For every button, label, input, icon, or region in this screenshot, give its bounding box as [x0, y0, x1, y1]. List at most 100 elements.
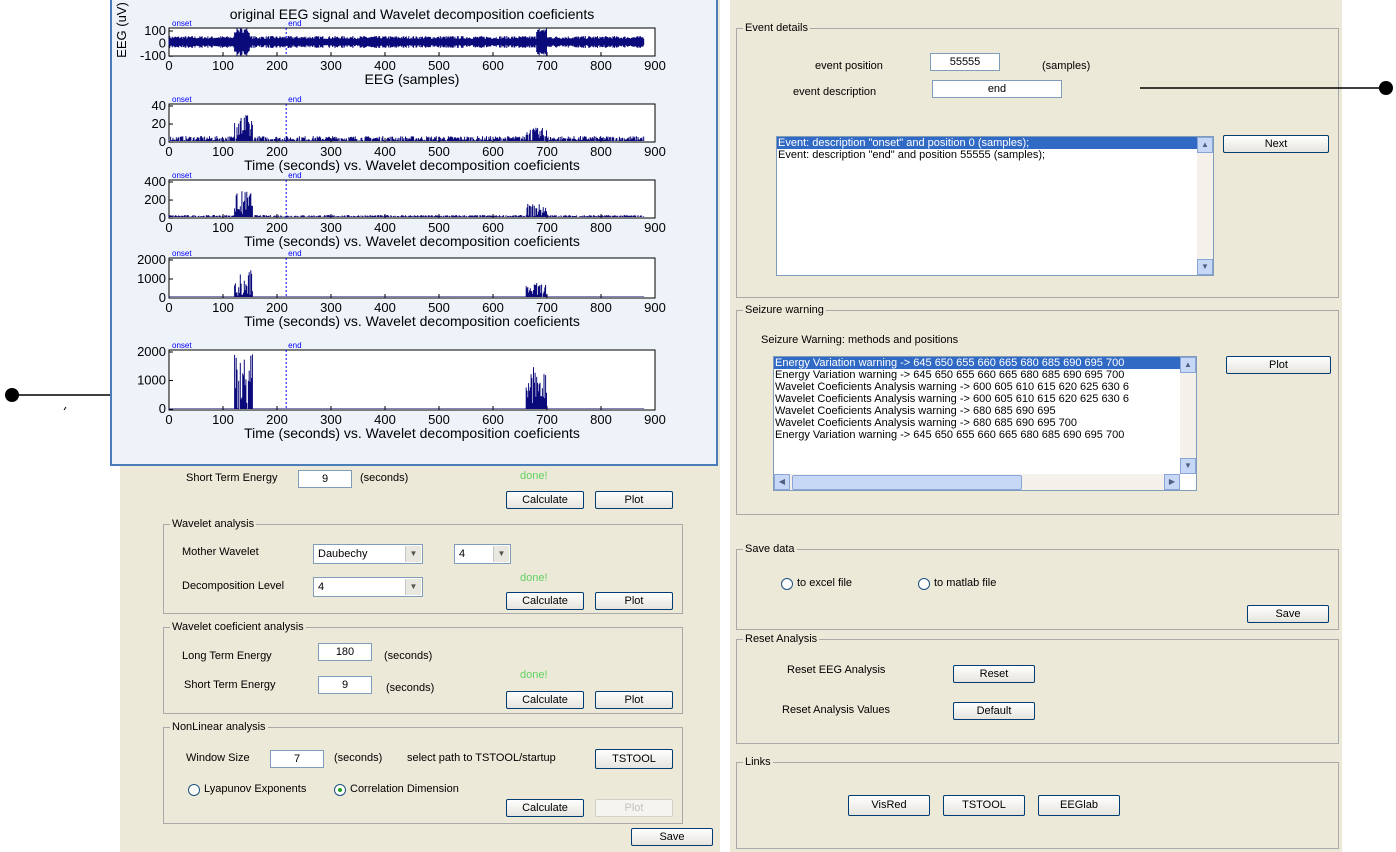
list-item[interactable]: Wavelet Coeficients Analysis warning -> … [774, 393, 1196, 405]
scroll-up-icon[interactable]: ▲ [1197, 137, 1213, 153]
excel-label: to excel file [797, 577, 853, 589]
decomposition-level-value: 4 [318, 581, 325, 593]
tstool-button[interactable]: TSTOOL [943, 795, 1025, 816]
seizure-plot-button[interactable]: Plot [1226, 356, 1331, 374]
ste-input[interactable]: 9 [298, 470, 352, 488]
reset-analysis-legend: Reset Analysis [743, 633, 820, 645]
x-axis-label: Time (seconds) vs. Wavelet decomposition… [244, 233, 580, 249]
calculate-button[interactable]: Calculate [506, 491, 584, 509]
next-button[interactable]: Next [1223, 135, 1329, 153]
wavelet-calculate-button[interactable]: Calculate [506, 592, 584, 610]
x-axis-label: Time (seconds) vs. Wavelet decomposition… [244, 313, 580, 329]
matlab-radio[interactable] [918, 578, 930, 590]
onset-marker-label: onset [172, 19, 192, 28]
x-tick-label: 800 [590, 58, 612, 73]
reset-analysis-group: Reset Analysis [736, 633, 1339, 744]
scroll-left-icon[interactable]: ◀ [774, 474, 790, 490]
y-tick-label: 40 [152, 98, 166, 113]
wavelet-order-select[interactable]: 4 ▼ [454, 544, 511, 564]
y-tick-label: 0 [159, 134, 166, 149]
x-tick-label: 0 [165, 220, 172, 235]
onset-marker-label: onset [172, 95, 192, 104]
event-list-scrollbar[interactable]: ▲ ▼ [1197, 137, 1213, 275]
excel-radio[interactable] [781, 578, 793, 590]
reset-button[interactable]: Reset [953, 665, 1035, 683]
end-marker-label: end [288, 171, 301, 180]
list-item[interactable]: Energy Variation warning -> 645 650 655 … [774, 357, 1196, 369]
plot-button[interactable]: Plot [595, 491, 673, 509]
wavelet-order-value: 4 [459, 548, 466, 560]
x-tick-label: 600 [482, 58, 504, 73]
chevron-down-icon[interactable]: ▼ [493, 546, 509, 562]
end-marker-label: end [288, 249, 301, 258]
list-item[interactable]: Event: description "onset" and position … [777, 137, 1213, 149]
ste-unit: (seconds) [360, 472, 409, 484]
x-axis-label: EEG (samples) [365, 71, 460, 87]
event-list[interactable]: Event: description "onset" and position … [776, 136, 1214, 276]
tstool-path-button[interactable]: TSTOOL [595, 749, 673, 769]
plot-title: original EEG signal and Wavelet decompos… [230, 6, 594, 22]
seizure-list-vscrollbar[interactable]: ▲ ▼ [1180, 357, 1196, 474]
list-item[interactable]: Wavelet Coeficients Analysis warning -> … [774, 405, 1196, 417]
wavelet-coef-legend: Wavelet coeficient analysis [170, 621, 306, 633]
onset-marker-label: onset [172, 171, 192, 180]
save-data-legend: Save data [743, 543, 797, 555]
lyapunov-radio[interactable] [188, 784, 200, 796]
coef-calculate-button[interactable]: Calculate [506, 691, 584, 709]
window-size-input[interactable]: 7 [270, 750, 324, 768]
decomposition-level-label: Decomposition Level [182, 580, 285, 592]
chevron-down-icon[interactable]: ▼ [405, 579, 421, 595]
scroll-right-icon[interactable]: ▶ [1164, 474, 1180, 490]
window-size-label: Window Size [186, 752, 250, 764]
scroll-down-icon[interactable]: ▼ [1180, 458, 1196, 474]
x-tick-label: 900 [644, 58, 666, 73]
left-save-button[interactable]: Save [631, 828, 713, 846]
y-tick-label: 2000 [137, 252, 166, 267]
x-tick-label: 100 [212, 220, 234, 235]
event-description-input[interactable]: end [932, 80, 1062, 98]
ste-label: Short Term Energy [186, 472, 278, 484]
correlation-radio[interactable] [334, 784, 346, 796]
coef-ste-input[interactable]: 9 [318, 676, 372, 694]
scroll-down-icon[interactable]: ▼ [1197, 259, 1213, 275]
list-item[interactable]: Energy Variation warning -> 645 650 655 … [774, 369, 1196, 381]
list-item[interactable]: Energy Variation warning -> 645 650 655 … [774, 429, 1196, 441]
window-size-unit: (seconds) [334, 752, 383, 764]
y-tick-label: 1000 [137, 373, 166, 388]
chevron-down-icon[interactable]: ▼ [405, 546, 421, 562]
event-position-input[interactable]: 55555 [930, 53, 1000, 71]
list-item[interactable]: Wavelet Coeficients Analysis warning -> … [774, 417, 1196, 429]
ste-status: done! [520, 470, 548, 482]
default-button[interactable]: Default [953, 702, 1035, 720]
seizure-list[interactable]: Energy Variation warning -> 645 650 655 … [773, 356, 1197, 491]
x-tick-label: 100 [212, 300, 234, 315]
x-tick-label: 900 [644, 144, 666, 159]
onset-marker-label: onset [172, 249, 192, 258]
eeglab-button[interactable]: EEGlab [1038, 795, 1120, 816]
wavelet-analysis-legend: Wavelet analysis [170, 518, 257, 530]
scroll-up-icon[interactable]: ▲ [1180, 357, 1196, 373]
y-tick-label: 0 [159, 290, 166, 305]
tstool-path-label: select path to TSTOOL/startup [407, 752, 556, 764]
save-data-button[interactable]: Save [1247, 605, 1329, 623]
visred-button[interactable]: VisRed [848, 795, 930, 816]
list-item[interactable]: Wavelet Coeficients Analysis warning -> … [774, 381, 1196, 393]
eeg-wavelet-plots: original EEG signal and Wavelet decompos… [114, 2, 666, 441]
nonlinear-calculate-button[interactable]: Calculate [506, 799, 584, 817]
wavelet-plot-button[interactable]: Plot [595, 592, 673, 610]
seizure-list-hscrollbar[interactable]: ◀ ▶ [774, 474, 1180, 490]
coef-plot-button[interactable]: Plot [595, 691, 673, 709]
x-axis-label: Time (seconds) vs. Wavelet decomposition… [244, 425, 580, 441]
nonlinear-legend: NonLinear analysis [170, 721, 268, 733]
mother-wavelet-select[interactable]: Daubechy ▼ [313, 544, 423, 564]
event-position-label: event position [815, 60, 883, 72]
end-marker-label: end [288, 19, 301, 28]
x-tick-label: 100 [212, 144, 234, 159]
lte-input[interactable]: 180 [318, 643, 372, 661]
x-tick-label: 0 [165, 300, 172, 315]
links-legend: Links [743, 756, 773, 768]
decomposition-level-select[interactable]: 4 ▼ [313, 577, 423, 597]
event-position-unit: (samples) [1042, 60, 1091, 72]
list-item[interactable]: Event: description "end" and position 55… [777, 149, 1213, 161]
hscroll-thumb[interactable] [792, 475, 1022, 490]
